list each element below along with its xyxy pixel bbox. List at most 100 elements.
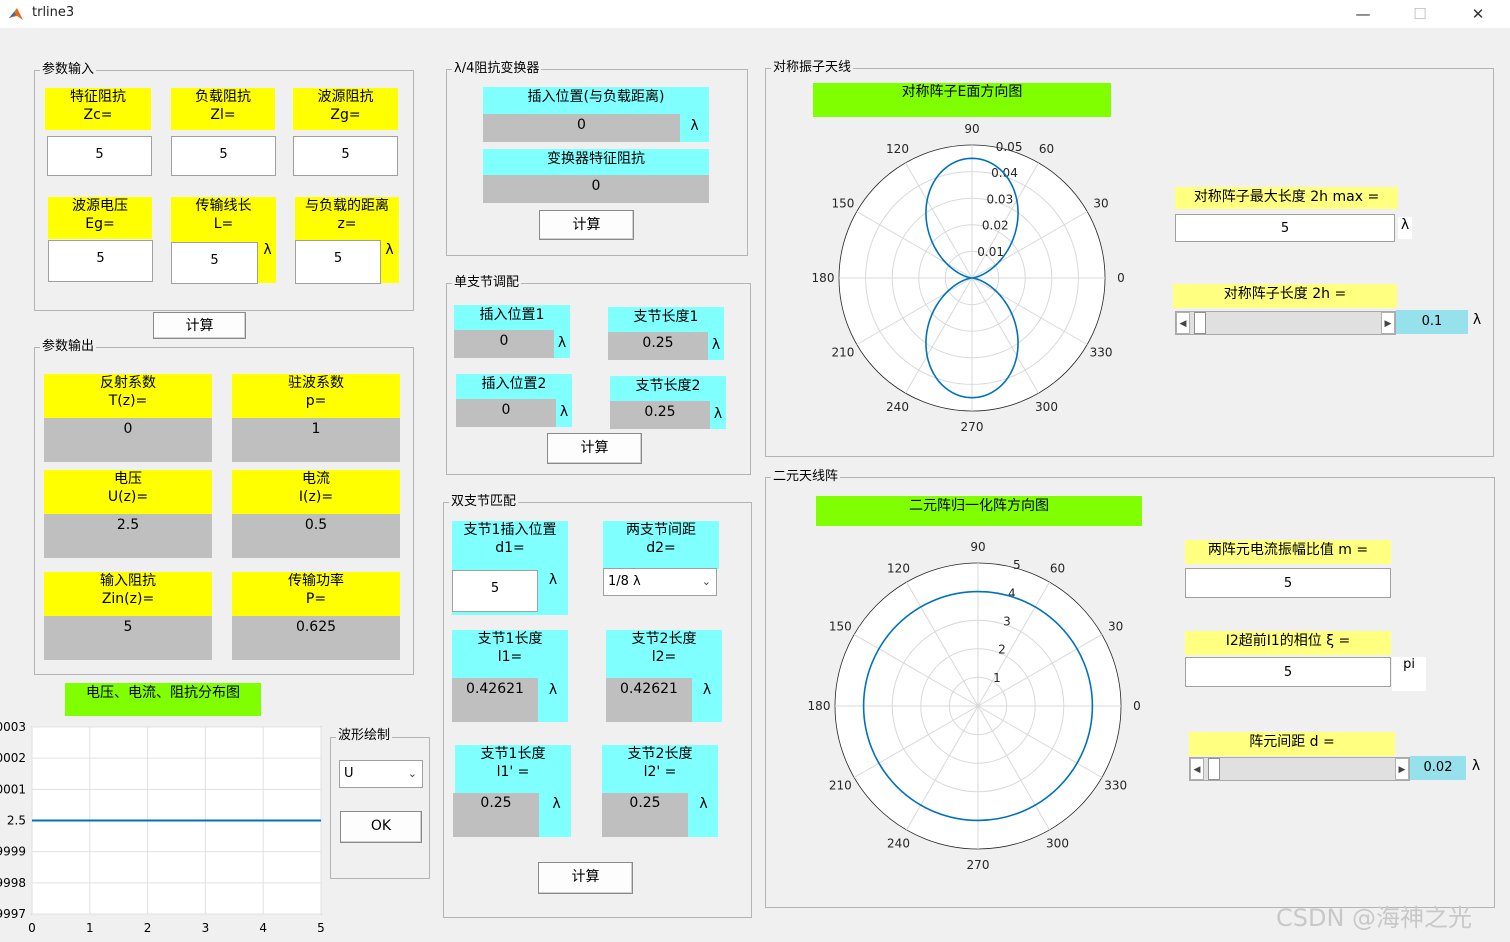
array-d-value: 0.02 — [1410, 756, 1466, 780]
maximize-button[interactable]: ☐ — [1405, 4, 1435, 24]
ds-l1p-label: 支节1长度 l1' = — [480, 746, 546, 780]
angle-tick-label: 330 — [1090, 346, 1113, 360]
angle-tick-label: 240 — [887, 837, 910, 851]
slider-thumb[interactable] — [1193, 312, 1206, 334]
ss-len1-unit: λ — [708, 332, 724, 360]
ss-len2-unit: λ — [710, 401, 726, 429]
y-tick-label: .0002 — [0, 751, 26, 765]
ss-pos1-unit: λ — [554, 330, 570, 358]
radius-tick-label: 1 — [993, 671, 1001, 685]
power-value: 0.625 — [232, 616, 400, 660]
ds-d1-input[interactable]: 5 — [452, 570, 538, 612]
close-button[interactable]: ✕ — [1463, 4, 1493, 24]
dipole-len-value: 0.1 — [1396, 310, 1468, 334]
ds-l1-unit: λ — [548, 682, 558, 698]
ds-l1p-value: 0.25 — [453, 793, 539, 837]
ds-l2-unit: λ — [702, 682, 712, 698]
y-tick-label: .0003 — [0, 720, 26, 734]
angle-tick-label: 0 — [1133, 699, 1141, 713]
minimize-button[interactable]: — — [1348, 4, 1378, 24]
panel-title: λ/4阻抗变换器 — [452, 61, 542, 76]
panel-title: 双支节匹配 — [449, 494, 519, 509]
current-label: 电流 I(z)= — [232, 470, 400, 514]
angle-tick-label: 270 — [961, 420, 984, 434]
ss-len1-label: 支节长度1 — [608, 307, 724, 332]
zc-input[interactable]: 5 — [47, 136, 152, 176]
dipole-max-input[interactable]: 5 — [1175, 214, 1395, 242]
panel-title: 单支节调配 — [452, 275, 522, 290]
eg-label: 波源电压 Eg= — [48, 197, 152, 239]
input-calc-button[interactable]: 计算 — [153, 312, 246, 339]
ds-d1-unit: λ — [548, 572, 558, 588]
angle-tick-label: 300 — [1046, 837, 1069, 851]
panel-title: 二元天线阵 — [771, 469, 841, 484]
dipole-len-slider[interactable]: ◀ ▶ — [1175, 311, 1396, 335]
eg-input[interactable]: 5 — [48, 240, 153, 282]
angle-tick-label: 60 — [1050, 561, 1065, 575]
x-tick-label: 0 — [28, 921, 36, 935]
panel-title: 波形绘制 — [336, 728, 393, 743]
qw-impedance-label: 变换器特征阻抗 — [483, 149, 709, 177]
ss-len1-value: 0.25 — [608, 332, 708, 360]
ds-d1-label: 支节1插入位置 d1= — [463, 522, 557, 556]
angle-tick-label: 300 — [1035, 400, 1058, 414]
slider-left-arrow-icon[interactable]: ◀ — [1176, 312, 1190, 334]
distribution-chart[interactable]: 0 1 2 3 4 5 .0003 .0002 .0001 2.5 .9999 .9998 .9997 — [0, 718, 330, 940]
waveform-select[interactable]: U ⌄ — [339, 760, 423, 788]
l-label: 传输线长 L= — [195, 198, 252, 232]
dipole-polar-chart[interactable]: 0 30 60 90 120 150 180 210 240 270 300 330 0.01 0.02 0… — [805, 118, 1135, 438]
ds-calc-button[interactable]: 计算 — [538, 862, 633, 894]
l-unit: λ — [263, 242, 272, 258]
array-m-label: 两阵元电流振幅比值 m = — [1185, 540, 1391, 564]
x-tick-label: 3 — [202, 921, 210, 935]
refl-label: 反射系数 T(z)= — [44, 374, 212, 418]
angle-tick-label: 0 — [1117, 271, 1125, 285]
x-tick-label: 5 — [317, 921, 325, 935]
ds-d2-select-value: 1/8 λ — [608, 574, 641, 589]
array-d-slider[interactable]: ◀ ▶ — [1189, 757, 1410, 781]
waveform-select-value: U — [344, 766, 354, 781]
slider-left-arrow-icon[interactable]: ◀ — [1190, 758, 1204, 780]
ds-l1-label: 支节1长度 l1= — [477, 631, 543, 665]
z-input[interactable]: 5 — [295, 240, 381, 284]
angle-tick-label: 150 — [829, 620, 852, 634]
zl-input[interactable]: 5 — [171, 136, 276, 176]
voltage-label: 电压 U(z)= — [44, 470, 212, 514]
ss-calc-button[interactable]: 计算 — [547, 433, 642, 464]
y-tick-label: .9998 — [0, 876, 26, 890]
matlab-icon — [9, 8, 23, 20]
l-input[interactable]: 5 — [171, 242, 258, 284]
zg-input[interactable]: 5 — [293, 136, 398, 176]
dipole-len-unit: λ — [1472, 312, 1482, 328]
slider-right-arrow-icon[interactable]: ▶ — [1381, 312, 1395, 334]
window-title: trline3 — [32, 5, 75, 20]
dipole-len-label: 对称阵子长度 2h = — [1173, 284, 1397, 308]
ds-d2-select[interactable]: 1/8 λ ⌄ — [603, 568, 717, 596]
slider-thumb[interactable] — [1207, 758, 1220, 780]
array-d-unit: λ — [1471, 758, 1481, 774]
angle-tick-label: 210 — [832, 346, 855, 360]
array-m-input[interactable]: 5 — [1185, 568, 1391, 598]
ss-pos1-label: 插入位置1 — [454, 305, 570, 330]
angle-tick-label: 180 — [812, 271, 835, 285]
qw-calc-button[interactable]: 计算 — [539, 210, 634, 240]
zg-label: 波源阻抗 Zg= — [293, 88, 398, 130]
swr-value: 1 — [232, 418, 400, 462]
radius-tick-label: 0.03 — [986, 192, 1013, 206]
angle-tick-label: 60 — [1039, 142, 1054, 156]
y-tick-label: .0001 — [0, 782, 26, 796]
ok-button[interactable]: OK — [340, 811, 422, 843]
chevron-down-icon: ⌄ — [701, 575, 711, 588]
angle-tick-label: 90 — [970, 540, 985, 554]
radius-tick-label: 5 — [1013, 558, 1021, 572]
array-xi-label: I2超前I1的相位 ξ = — [1185, 631, 1391, 655]
dipole-plot-title: 对称阵子E面方向图 — [813, 83, 1111, 117]
panel-title: 参数输出 — [40, 339, 97, 354]
ds-l2-label: 支节2长度 l2= — [631, 631, 697, 665]
dipole-max-label: 对称阵子最大长度 2h max = — [1175, 187, 1398, 209]
array-polar-chart[interactable]: 030609012015018021024027030033012345 — [805, 538, 1145, 878]
y-tick-label: 2.5 — [7, 814, 26, 828]
array-xi-input[interactable]: 5 — [1185, 657, 1391, 687]
slider-right-arrow-icon[interactable]: ▶ — [1395, 758, 1409, 780]
ds-l1-value: 0.42621 — [452, 678, 538, 722]
